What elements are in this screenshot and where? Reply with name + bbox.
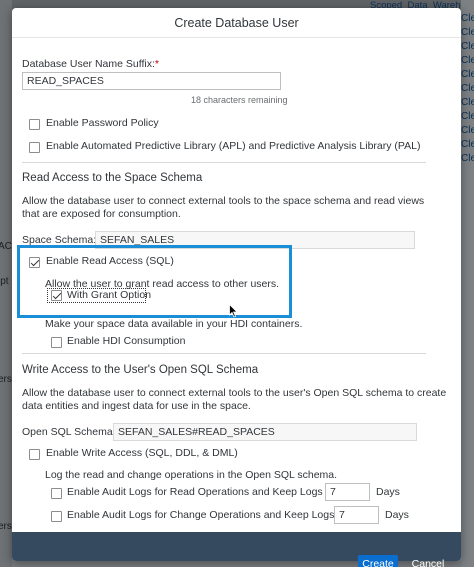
write-access-section-title: Write Access to the User's Open SQL Sche… [22, 364, 259, 376]
audit-read-checkbox[interactable] [51, 488, 62, 499]
divider [22, 353, 426, 354]
background-link: Cle [461, 111, 474, 122]
enable-hdi-checkbox[interactable] [51, 337, 62, 348]
open-sql-schema-input[interactable] [113, 423, 417, 441]
create-button[interactable]: Create [358, 555, 398, 567]
suffix-input[interactable] [22, 72, 281, 90]
audit-change-days-input[interactable] [334, 506, 379, 524]
background-link: Cle [461, 83, 474, 94]
enable-password-policy-checkbox[interactable] [29, 119, 40, 130]
read-access-description: Allow the database user to connect exter… [22, 195, 425, 220]
enable-password-policy-label: Enable Password Policy [46, 117, 159, 129]
background-link: Cle [461, 97, 474, 108]
write-access-description: Allow the database user to connect exter… [22, 387, 447, 412]
divider [22, 162, 426, 163]
background-right-panel: Cle Cle Cle Cle Cle Cle Cle Cle Cle Cle … [461, 0, 474, 567]
log-description: Log the read and change operations in th… [45, 469, 338, 481]
enable-write-access-label: Enable Write Access (SQL, DDL, & DML) [46, 447, 238, 459]
audit-read-days-unit: Days [376, 486, 400, 498]
audit-change-label: Enable Audit Logs for Change Operations … [67, 509, 350, 521]
enable-read-access-label: Enable Read Access (SQL) [46, 255, 174, 267]
required-mark: * [154, 58, 159, 70]
background-link: Cle [461, 139, 474, 150]
characters-remaining: 18 characters remaining [191, 95, 288, 105]
read-access-section-title: Read Access to the Space Schema [22, 172, 203, 184]
background-fragment: ers [0, 374, 12, 385]
hdi-description: Make your space data available in your H… [45, 318, 303, 330]
enable-apl-label: Enable Automated Predictive Library (APL… [46, 140, 421, 152]
background-link: Cle [461, 27, 474, 38]
audit-read-label: Enable Audit Logs for Read Operations an… [67, 486, 338, 498]
background-link: Cle [461, 41, 474, 52]
background-fragment: ipt [0, 276, 9, 287]
enable-read-access-checkbox[interactable] [29, 257, 40, 268]
create-database-user-dialog: Create Database User Database User Name … [12, 8, 461, 561]
enable-hdi-label: Enable HDI Consumption [67, 335, 186, 347]
audit-change-days-unit: Days [385, 509, 409, 521]
background-left-panel: AC ipt ers ers [0, 0, 12, 567]
open-sql-schema-label: Open SQL Schema: [22, 426, 116, 438]
with-grant-option-label: With Grant Option [67, 289, 152, 301]
dialog-body: Database User Name Suffix:* 18 character… [12, 39, 461, 533]
background-link: Cle [461, 69, 474, 80]
dialog-header: Create Database User [12, 8, 461, 38]
enable-apl-checkbox[interactable] [29, 142, 40, 153]
background-fragment: ers [0, 521, 12, 532]
background-link: Cle [461, 125, 474, 136]
background-fragment: AC [0, 241, 12, 252]
enable-write-access-checkbox[interactable] [29, 449, 40, 460]
audit-read-days-input[interactable] [325, 483, 370, 501]
with-grant-option-checkbox[interactable] [51, 290, 62, 301]
audit-change-checkbox[interactable] [51, 511, 62, 522]
suffix-label: Database User Name Suffix:* [22, 58, 159, 70]
background-link: Cle [461, 13, 474, 24]
background-link: Cle [461, 55, 474, 66]
mouse-pointer-icon [229, 304, 238, 318]
dialog-title: Create Database User [174, 16, 299, 30]
background-link: Cle [461, 153, 474, 164]
cancel-button[interactable]: Cancel [405, 555, 451, 567]
